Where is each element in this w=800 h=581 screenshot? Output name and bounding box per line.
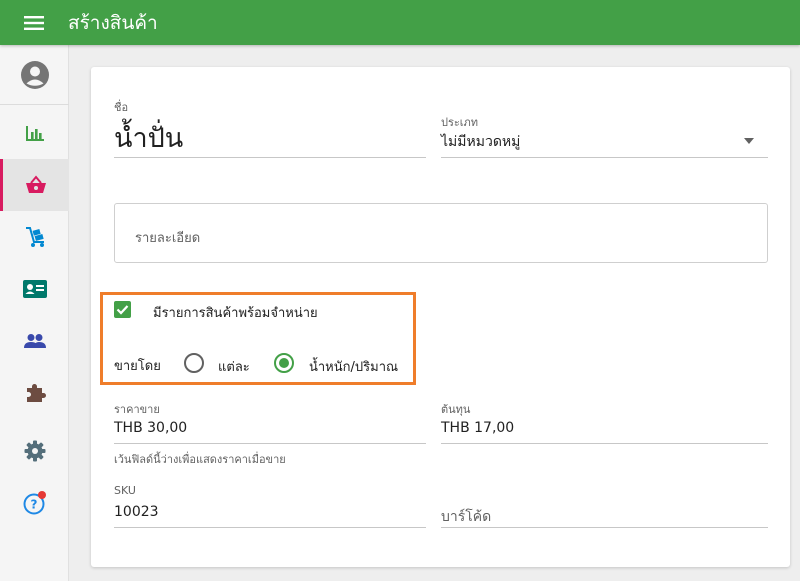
sidebar-item-inventory[interactable] (0, 211, 69, 263)
cost-value: THB 17,00 (441, 420, 515, 436)
dropdown-arrow-icon (744, 138, 754, 144)
price-field[interactable]: ราคาขาย THB 30,00 (114, 398, 426, 444)
sku-field[interactable]: SKU 10023 (114, 482, 426, 528)
menu-button[interactable] (0, 0, 68, 45)
radio-each-label: แต่ละ (218, 360, 250, 375)
gear-icon (24, 440, 45, 462)
radio-weight[interactable] (274, 353, 294, 373)
radio-weight-label: น้ำหนัก/ปริมาณ (309, 360, 399, 375)
sidebar-item-employees[interactable] (0, 263, 69, 315)
cost-field[interactable]: ต้นทุน THB 17,00 (441, 398, 768, 444)
available-checkbox[interactable] (114, 301, 131, 318)
description-field[interactable]: รายละเอียด (114, 203, 768, 263)
sidebar-item-integrations[interactable] (0, 367, 69, 419)
bar-chart-icon (25, 126, 44, 141)
radio-each[interactable] (184, 353, 204, 373)
sidebar-divider (0, 104, 69, 105)
sidebar: ? (0, 45, 69, 581)
sidebar-item-account[interactable] (0, 53, 69, 97)
sku-value: 10023 (114, 504, 159, 520)
sell-by-label: ขายโดย (114, 359, 161, 374)
people-icon (23, 334, 46, 348)
basket-icon (26, 175, 46, 193)
barcode-field[interactable]: บาร์โค้ด (441, 482, 768, 528)
description-placeholder: รายละเอียด (135, 231, 201, 246)
app-bar: สร้างสินค้า (0, 0, 800, 45)
name-field[interactable]: ชื่อ น้ำปั่น (114, 96, 426, 158)
available-label: มีรายการสินค้าพร้อมจำหน่าย (153, 306, 318, 321)
hamburger-menu-icon (24, 15, 44, 30)
sidebar-item-settings[interactable] (0, 425, 69, 477)
name-label: ชื่อ (114, 101, 129, 114)
category-value: ไม่มีหมวดหมู่ (441, 134, 521, 150)
page-title: สร้างสินค้า (68, 11, 158, 34)
category-label: ประเภท (441, 116, 479, 129)
price-label: ราคาขาย (114, 403, 160, 416)
price-helper-text: เว้นฟิลด์นี้ว่างเพื่อแสดงราคาเมื่อขาย (114, 453, 286, 466)
sidebar-item-reports[interactable] (0, 107, 69, 159)
puzzle-icon (26, 384, 46, 402)
sidebar-item-products[interactable] (0, 159, 69, 211)
help-icon: ? (23, 491, 46, 515)
svg-text:?: ? (30, 498, 37, 512)
account-icon (20, 61, 49, 89)
sidebar-item-customers[interactable] (0, 315, 69, 367)
category-select[interactable]: ประเภท ไม่มีหมวดหมู่ (441, 112, 768, 158)
id-card-icon (22, 280, 47, 298)
sku-label: SKU (114, 484, 136, 497)
name-value: น้ำปั่น (114, 123, 184, 154)
cost-label: ต้นทุน (441, 403, 471, 416)
checkmark-icon (116, 305, 129, 315)
barcode-placeholder: บาร์โค้ด (441, 509, 492, 525)
hand-truck-icon (25, 227, 44, 247)
price-value: THB 30,00 (114, 420, 188, 436)
sidebar-item-help[interactable]: ? (0, 477, 69, 529)
